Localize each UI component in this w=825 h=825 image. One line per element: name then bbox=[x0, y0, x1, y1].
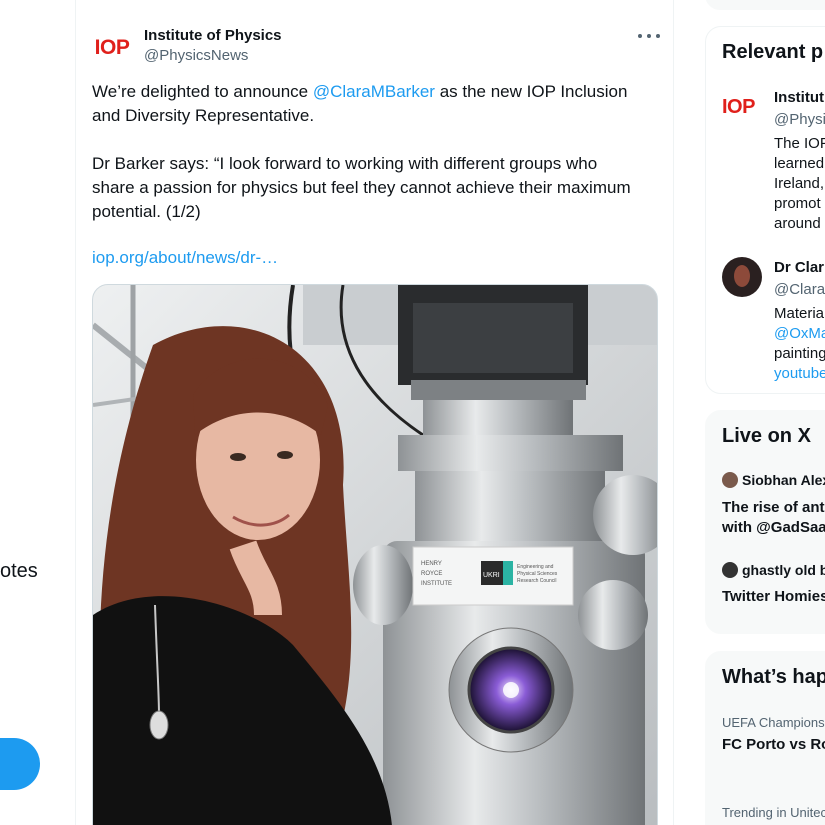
trend-context[interactable]: UEFA Champions bbox=[722, 715, 825, 730]
epsrc-text: Physical Sciences bbox=[517, 571, 558, 577]
trend-context[interactable]: Trending in Unitec bbox=[722, 805, 825, 820]
iop-avatar[interactable]: IOP bbox=[722, 96, 755, 119]
sign-text: INSTITUTE bbox=[421, 581, 452, 587]
tweet-column: IOP Institute of Physics @PhysicsNews We… bbox=[75, 0, 674, 825]
person-handle[interactable]: @Clara bbox=[774, 281, 825, 298]
person-bio-line: The IOP bbox=[774, 135, 825, 152]
tweet-text-line: and Diversity Representative. bbox=[92, 106, 315, 125]
host-avatar bbox=[722, 472, 738, 488]
person-name[interactable]: Dr Clar bbox=[774, 259, 824, 276]
live-title-line[interactable]: with @GadSaa bbox=[722, 519, 825, 536]
photo-illustration: HENRY ROYCE INSTITUTE UKRI Engineering a… bbox=[93, 285, 657, 825]
host-avatar bbox=[722, 562, 738, 578]
live-title-line[interactable]: The rise of ant bbox=[722, 499, 825, 516]
search-card bbox=[705, 0, 825, 10]
epsrc-text: Research Council bbox=[517, 578, 556, 584]
tweet-quote-line: Dr Barker says: “I look forward to worki… bbox=[92, 154, 598, 173]
epsrc-text: Engineering and bbox=[517, 564, 554, 570]
whats-happening-card: What’s hap UEFA Champions FC Porto vs Ro… bbox=[705, 651, 825, 825]
person-bio-line: Materia bbox=[774, 305, 825, 322]
avatar[interactable] bbox=[722, 257, 762, 297]
mention-link[interactable]: @ClaraMBarker bbox=[313, 82, 435, 101]
post-button[interactable] bbox=[0, 738, 40, 790]
trend-headline[interactable]: FC Porto vs Ro bbox=[722, 736, 825, 753]
person-bio-line: around bbox=[774, 215, 821, 232]
live-title-line[interactable]: Twitter Homies bbox=[722, 588, 825, 605]
person-bio-line: Ireland, bbox=[774, 175, 825, 192]
left-nav: otes bbox=[0, 0, 75, 825]
person-bio-line: learned bbox=[774, 155, 825, 172]
whats-happening-title: What’s hap bbox=[722, 666, 825, 688]
sign-text: ROYCE bbox=[421, 571, 442, 577]
tweet-text-part: as the new IOP Inclusion bbox=[434, 82, 628, 101]
person-name[interactable]: Institut bbox=[774, 89, 824, 106]
tweet-text-part: We’re delighted to announce bbox=[92, 82, 313, 101]
person-bio-link[interactable]: youtube bbox=[774, 365, 825, 382]
tweet-quote-line: potential. (1/2) bbox=[92, 202, 201, 221]
tweet-quote-line: share a passion for physics but feel the… bbox=[92, 178, 631, 197]
nav-item-notes[interactable]: otes bbox=[0, 560, 38, 583]
live-host[interactable]: Siobhan Alex bbox=[742, 472, 825, 488]
person-handle[interactable]: @Physic bbox=[774, 111, 825, 128]
sign-text: HENRY bbox=[421, 561, 442, 567]
tweet-text: We’re delighted to announce @ClaraMBarke… bbox=[92, 80, 662, 224]
person-bio-line: promot bbox=[774, 195, 821, 212]
relevant-people-card: Relevant p IOP Institut @Physic The IOP … bbox=[705, 26, 825, 394]
live-title: Live on X bbox=[722, 425, 811, 447]
live-host[interactable]: ghastly old b bbox=[742, 562, 825, 578]
author-handle[interactable]: @PhysicsNews bbox=[144, 47, 248, 64]
author-avatar[interactable]: IOP bbox=[92, 28, 132, 68]
ukri-text: UKRI bbox=[483, 572, 500, 579]
right-sidebar: Relevant p IOP Institut @Physic The IOP … bbox=[705, 0, 825, 825]
tweet-photo[interactable]: HENRY ROYCE INSTITUTE UKRI Engineering a… bbox=[92, 284, 658, 825]
person-bio-line: painting bbox=[774, 345, 825, 362]
live-card: Live on X Siobhan Alex The rise of ant w… bbox=[705, 410, 825, 634]
relevant-people-title: Relevant p bbox=[722, 41, 824, 63]
tweet-link[interactable]: iop.org/about/news/dr-… bbox=[92, 248, 278, 268]
author-name[interactable]: Institute of Physics bbox=[144, 27, 282, 44]
iop-logo: IOP bbox=[94, 36, 130, 59]
more-options-icon[interactable] bbox=[638, 26, 660, 46]
person-bio-link[interactable]: @OxMa bbox=[774, 325, 825, 342]
